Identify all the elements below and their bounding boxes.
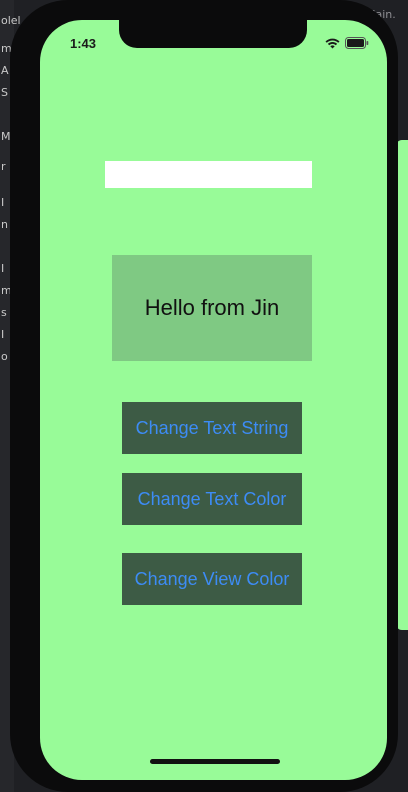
change-view-color-button[interactable]: Change View Color [122, 553, 302, 605]
text-input-field[interactable] [105, 161, 312, 188]
app-screen: 1:43 Hello from Jin Change Text String C… [40, 20, 387, 780]
status-bar-icons [325, 37, 369, 49]
ide-left-panel-text: I [1, 328, 5, 341]
ide-left-panel-text: I [1, 262, 5, 275]
status-bar-time: 1:43 [70, 36, 97, 51]
greeting-label: Hello from Jin [144, 295, 280, 320]
desktop-background: olel m A S M r I n I m s I o Main. 1:43 [0, 0, 408, 792]
ide-left-panel-text: I [1, 196, 5, 209]
ide-left-panel-text: r [1, 160, 6, 173]
device-notch [119, 20, 307, 48]
change-text-color-button[interactable]: Change Text Color [122, 473, 302, 525]
ide-left-panel-text: s [1, 306, 7, 319]
wifi-icon [325, 38, 340, 49]
greeting-label-view: Hello from Jin [112, 255, 312, 361]
ide-left-panel-text: A [1, 64, 9, 77]
change-text-string-button[interactable]: Change Text String [122, 402, 302, 454]
ide-left-panel-text: n [1, 218, 8, 231]
iphone-frame: 1:43 Hello from Jin Change Text String C… [10, 0, 398, 792]
battery-icon [345, 37, 369, 49]
ide-left-panel-text: o [1, 350, 8, 363]
ide-left-panel-text: S [1, 86, 8, 99]
home-indicator[interactable] [150, 759, 280, 764]
ide-left-panel-text: olel [1, 14, 21, 27]
